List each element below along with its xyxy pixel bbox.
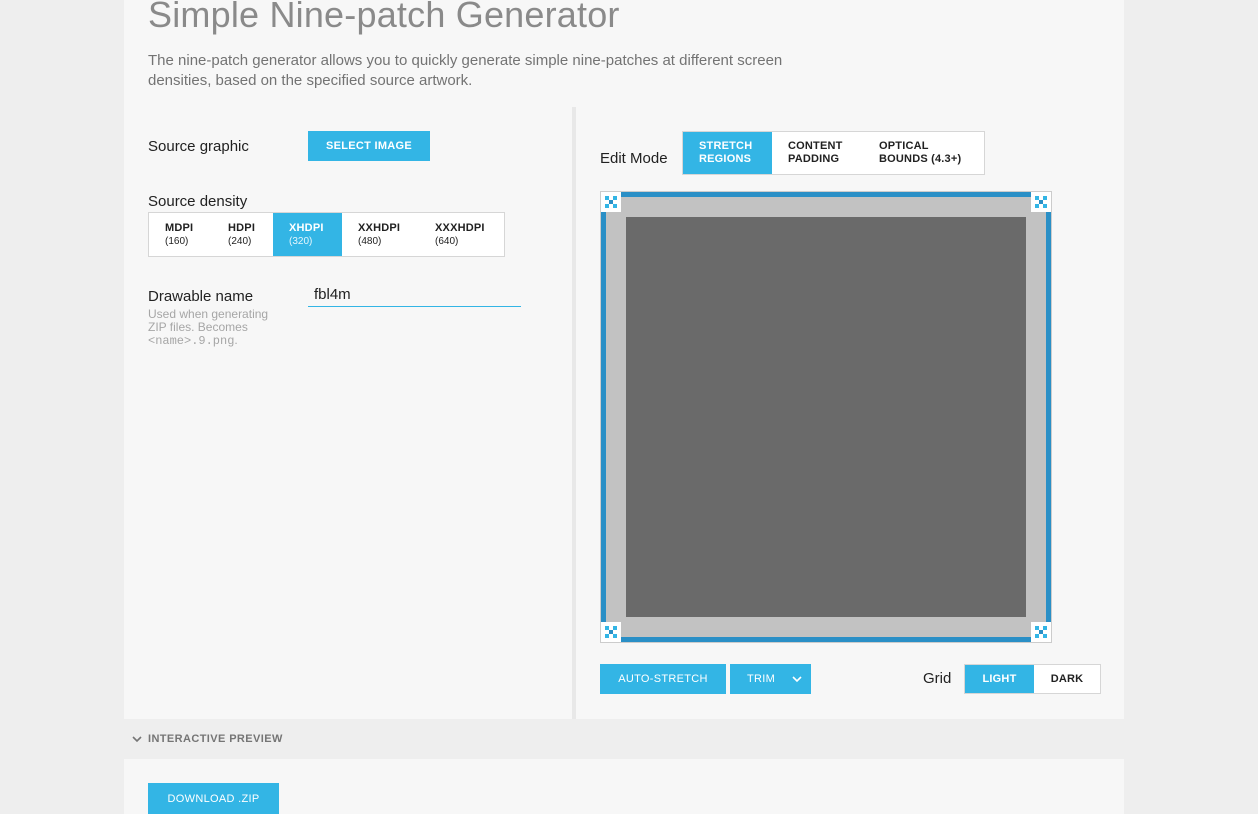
density-name: XXXHDPI bbox=[435, 221, 485, 234]
corner-handle-top-right[interactable] bbox=[1031, 192, 1051, 212]
corner-handle-bottom-right[interactable] bbox=[1031, 622, 1051, 642]
form-panel: Source graphic SELECT IMAGE Source densi… bbox=[124, 107, 572, 719]
auto-stretch-button[interactable]: AUTO-STRETCH bbox=[600, 664, 726, 694]
grid-label: Grid bbox=[923, 670, 952, 687]
drawable-name-input[interactable] bbox=[308, 283, 521, 307]
hint-text: Used when generating ZIP files. Becomes bbox=[148, 307, 269, 334]
edit-mode-stretch-regions[interactable]: STRETCH REGIONS bbox=[683, 132, 772, 174]
grid-option-light[interactable]: LIGHT bbox=[965, 665, 1034, 693]
corner-handle-top-left[interactable] bbox=[601, 192, 621, 212]
grid-option-label: DARK bbox=[1050, 672, 1084, 685]
page-description: The nine-patch generator allows you to q… bbox=[148, 52, 783, 89]
interactive-preview-toggle[interactable]: INTERACTIVE PREVIEW bbox=[132, 733, 283, 745]
edit-mode-line1: STRETCH bbox=[699, 140, 753, 152]
density-value: (240) bbox=[228, 235, 252, 247]
density-option-xxxhdpi[interactable]: XXXHDPI (640) bbox=[419, 213, 504, 256]
page: Simple Nine-patch Generator The nine-pat… bbox=[124, 0, 1124, 814]
edit-mode-line1: CONTENT bbox=[788, 140, 843, 152]
density-name: HDPI bbox=[228, 221, 256, 234]
ninepatch-canvas[interactable] bbox=[600, 191, 1052, 643]
density-value: (160) bbox=[165, 235, 189, 247]
density-selector: MDPI (160) HDPI (240) XHDPI (320) XXHDPI… bbox=[148, 212, 505, 257]
drawable-name-label: Drawable name bbox=[148, 288, 254, 305]
page-title: Simple Nine-patch Generator bbox=[148, 0, 620, 35]
hint-filename-pattern: <name>.9.png bbox=[148, 334, 235, 348]
edit-mode-optical-bounds[interactable]: OPTICAL BOUNDS (4.3+) bbox=[863, 132, 984, 174]
ninepatch-image bbox=[601, 192, 1051, 642]
drawable-name-hint: Used when generating ZIP files. Becomes … bbox=[148, 308, 288, 348]
edit-mode-content-padding[interactable]: CONTENT PADDING bbox=[772, 132, 863, 174]
interactive-preview-bar: INTERACTIVE PREVIEW bbox=[124, 719, 1124, 759]
grid-selector: LIGHT DARK bbox=[964, 664, 1101, 694]
download-zip-button[interactable]: DOWNLOAD .ZIP bbox=[148, 783, 279, 814]
grid-option-dark[interactable]: DARK bbox=[1034, 665, 1100, 693]
edit-mode-label: Edit Mode bbox=[600, 150, 668, 167]
editor-panel: Edit Mode STRETCH REGIONS CONTENT PADDIN… bbox=[576, 107, 1124, 719]
edit-mode-line2: BOUNDS (4.3+) bbox=[879, 153, 962, 165]
edit-mode-line1: OPTICAL bbox=[879, 140, 929, 152]
density-option-xhdpi[interactable]: XHDPI (320) bbox=[273, 213, 342, 256]
stretch-region[interactable] bbox=[626, 217, 1026, 617]
chevron-down-icon[interactable] bbox=[792, 675, 802, 683]
density-value: (320) bbox=[289, 235, 313, 247]
source-graphic-label: Source graphic bbox=[148, 138, 249, 155]
hint-suffix: . bbox=[234, 333, 238, 347]
density-value: (640) bbox=[435, 235, 459, 247]
density-value: (480) bbox=[358, 235, 382, 247]
edit-mode-line2: REGIONS bbox=[699, 153, 752, 165]
source-density-label: Source density bbox=[148, 193, 248, 210]
grid-option-label: LIGHT bbox=[982, 672, 1017, 685]
corner-handle-bottom-left[interactable] bbox=[601, 622, 621, 642]
density-name: XXHDPI bbox=[358, 221, 401, 234]
generator-card: Simple Nine-patch Generator The nine-pat… bbox=[124, 0, 1124, 719]
interactive-preview-label: INTERACTIVE PREVIEW bbox=[148, 733, 283, 745]
density-name: XHDPI bbox=[289, 221, 324, 234]
trim-button[interactable]: TRIM bbox=[730, 664, 811, 694]
density-option-xxhdpi[interactable]: XXHDPI (480) bbox=[342, 213, 419, 256]
select-image-button[interactable]: SELECT IMAGE bbox=[308, 131, 430, 161]
download-card: DOWNLOAD .ZIP bbox=[124, 759, 1124, 814]
trim-label: TRIM bbox=[747, 673, 776, 685]
edit-mode-line2: PADDING bbox=[788, 153, 840, 165]
density-option-mdpi[interactable]: MDPI (160) bbox=[149, 213, 212, 256]
density-name: MDPI bbox=[165, 221, 194, 234]
chevron-down-icon bbox=[132, 736, 142, 743]
edit-mode-selector: STRETCH REGIONS CONTENT PADDING OPTICAL … bbox=[682, 131, 985, 175]
density-option-hdpi[interactable]: HDPI (240) bbox=[212, 213, 273, 256]
